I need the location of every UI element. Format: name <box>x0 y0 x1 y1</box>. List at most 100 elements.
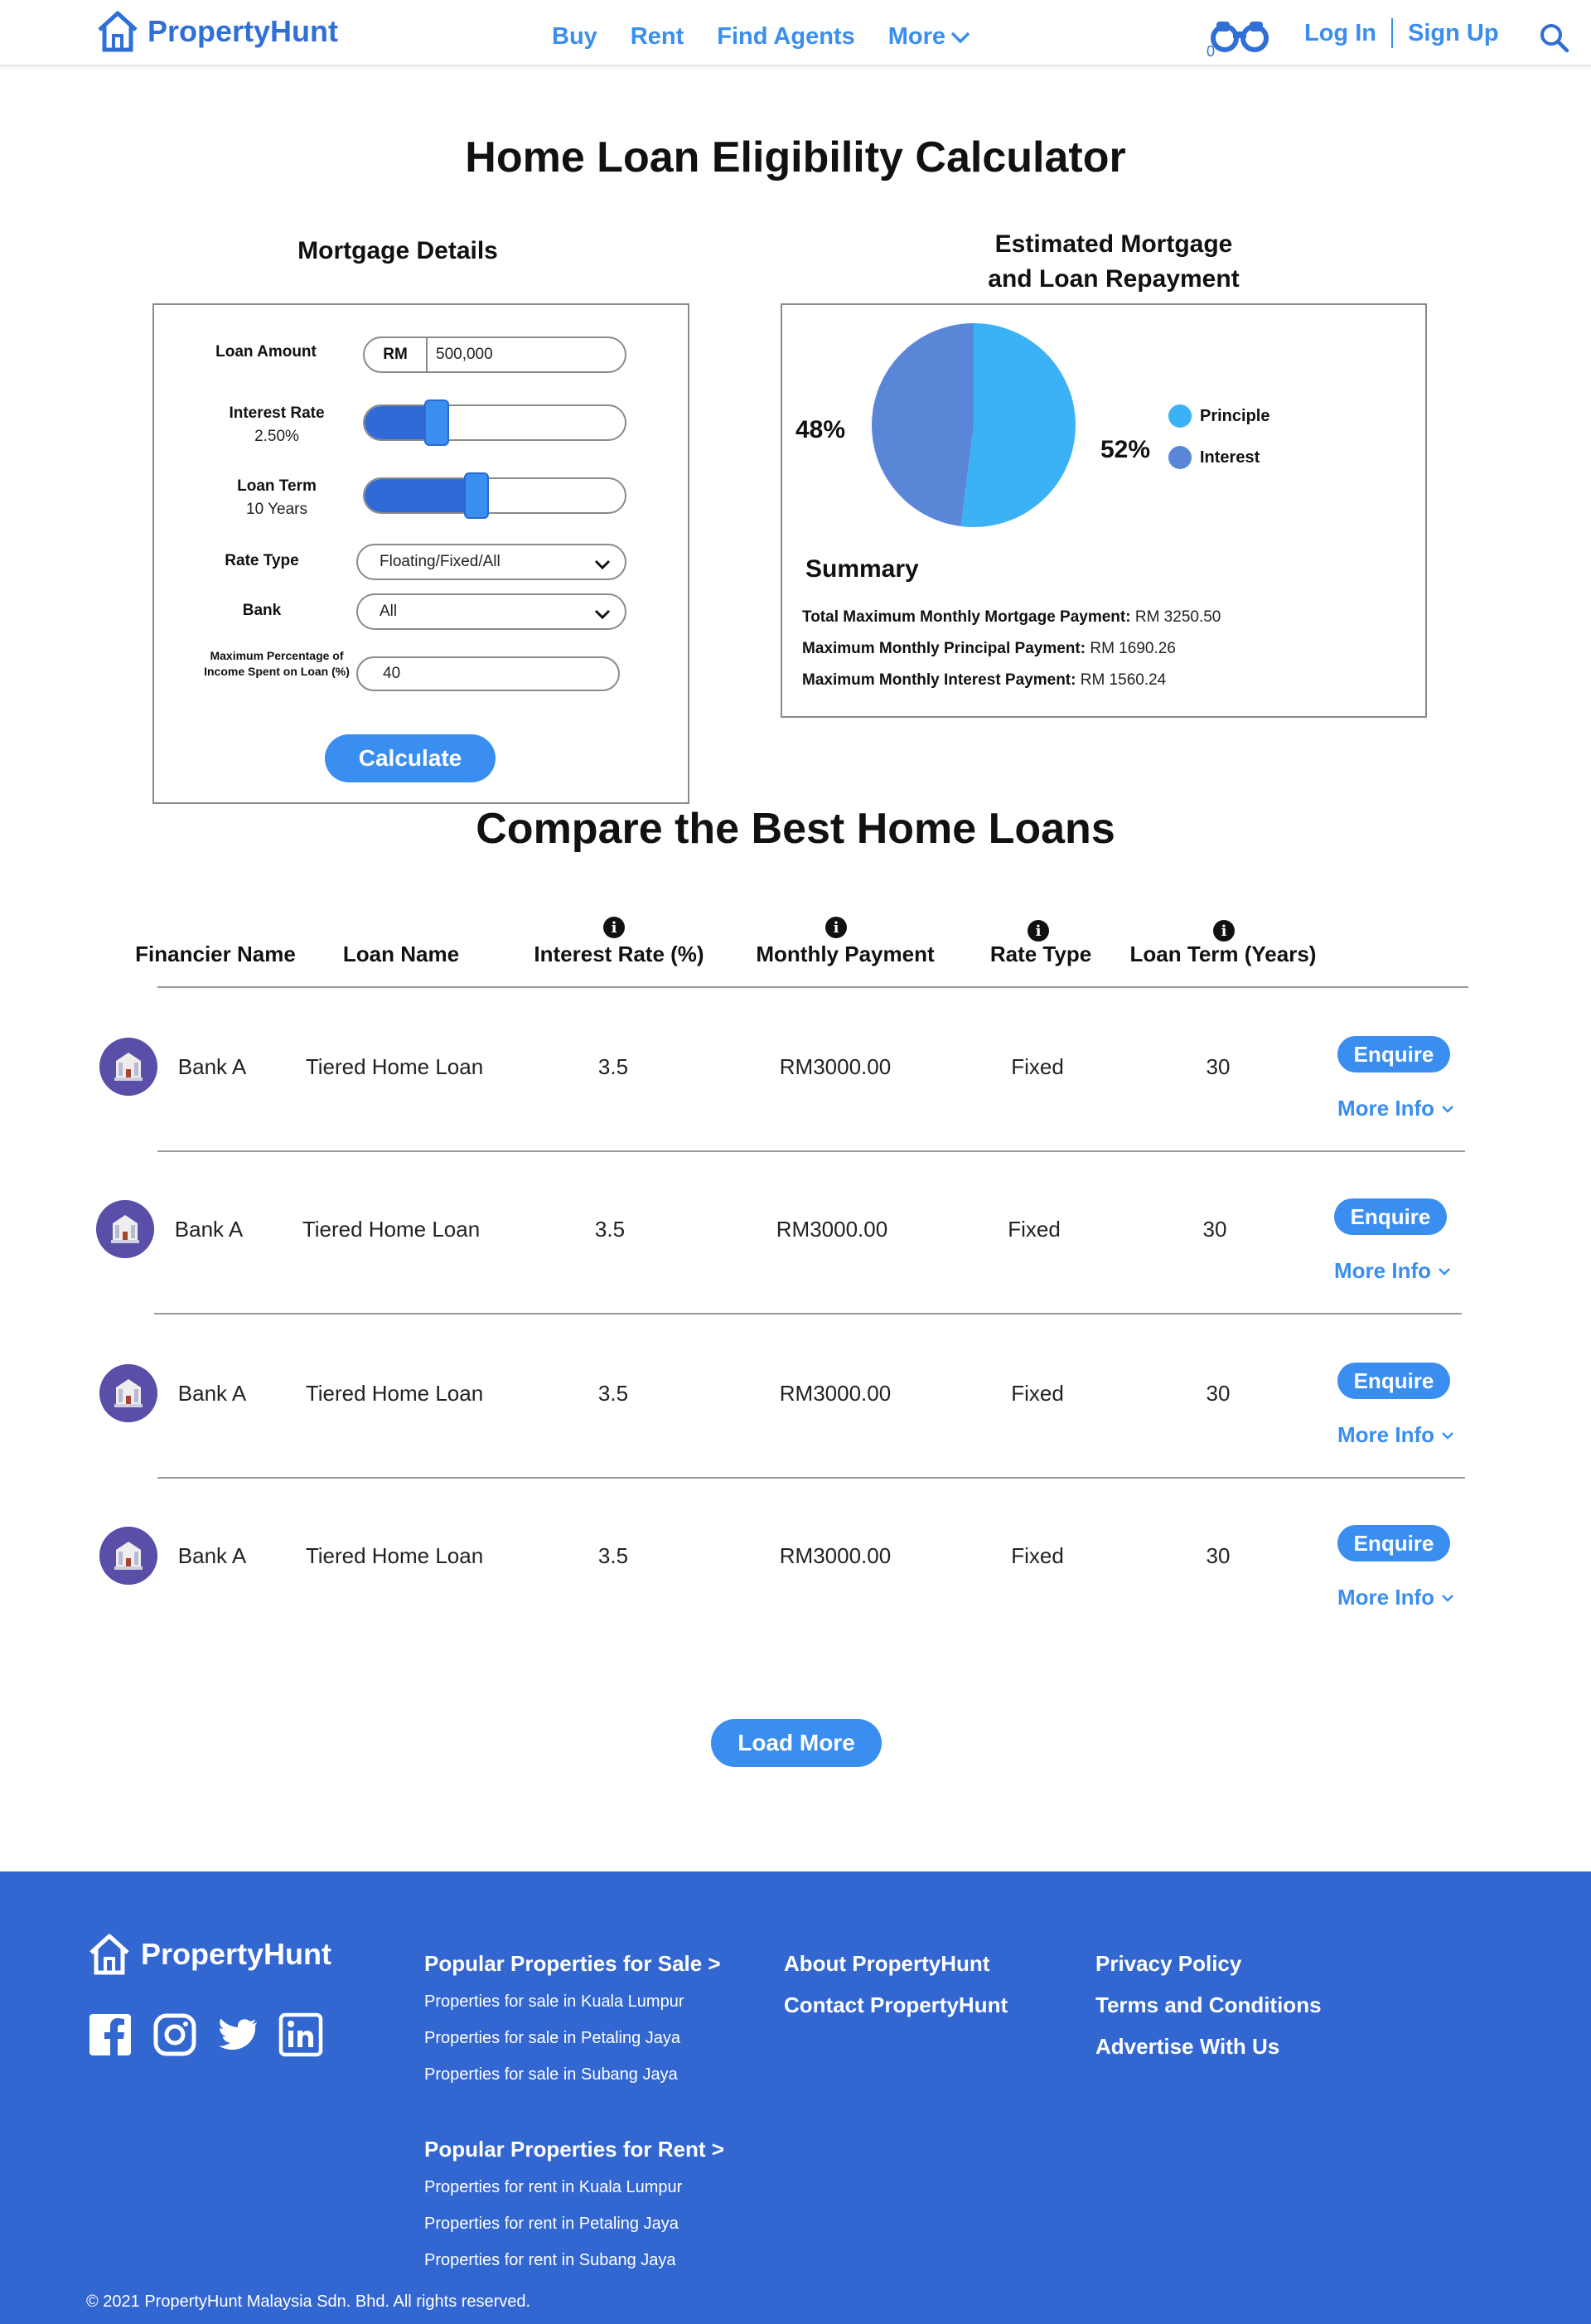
interest-rate: 3.5 <box>597 1054 629 1079</box>
loan-amount-label: Loan Amount <box>215 343 317 361</box>
principle-percentage: 52% <box>1100 436 1151 463</box>
more-info-label: More Info <box>1334 1258 1431 1283</box>
linkedin-icon[interactable] <box>278 2012 323 2057</box>
footer-sale-link-sj[interactable]: Properties for sale in Subang Jaya <box>424 2065 678 2084</box>
col-loan-term: Loan Term (Years) <box>1129 942 1317 966</box>
rate-type: Fixed <box>1011 1381 1064 1406</box>
monthly-payment: RM3000.00 <box>776 1217 888 1242</box>
loan-name: Tiered Home Loan <box>305 1054 484 1079</box>
loan-term-value: 10 Years <box>246 501 307 518</box>
bank-logo-icon <box>99 1527 157 1585</box>
chevron-down-icon <box>1442 1594 1453 1602</box>
table-row: Bank A Tiered Home Loan 3.5 RM3000.00 Fi… <box>0 1016 1591 1179</box>
table-divider <box>157 986 1468 988</box>
loan-name: Tiered Home Loan <box>305 1381 484 1406</box>
search-icon[interactable] <box>1538 22 1569 53</box>
facebook-icon[interactable] <box>88 2012 133 2057</box>
twitter-icon[interactable] <box>215 2012 260 2057</box>
enquire-button[interactable]: Enquire <box>1334 1198 1447 1235</box>
footer-advertise-link[interactable]: Advertise With Us <box>1095 2034 1279 2060</box>
signup-link[interactable]: Sign Up <box>1408 20 1499 47</box>
legend-interest: Interest <box>1168 446 1260 469</box>
loan-term-label: Loan Term <box>237 477 317 495</box>
bank-select[interactable]: All <box>356 593 626 630</box>
loan-term-slider-handle[interactable] <box>463 472 489 519</box>
nav-buy[interactable]: Buy <box>552 23 597 51</box>
col-loan-name: Loan Name <box>342 942 460 966</box>
monthly-payment: RM3000.00 <box>779 1381 892 1406</box>
table-divider <box>154 1313 1462 1315</box>
summary-principal-label: Maximum Monthly Principal Payment: <box>802 640 1086 657</box>
enquire-button[interactable]: Enquire <box>1337 1525 1450 1561</box>
nav-rent[interactable]: Rent <box>631 23 684 51</box>
loan-amount-value: 500,000 <box>436 346 493 363</box>
financier-name: Bank A <box>174 1217 244 1242</box>
interest-rate: 3.5 <box>594 1217 626 1242</box>
interest-rate-slider[interactable] <box>363 404 626 441</box>
info-icon[interactable]: i <box>1028 920 1049 942</box>
rate-type-select[interactable]: Floating/Fixed/All <box>356 544 626 580</box>
summary-total-label: Total Maximum Monthly Mortgage Payment: <box>802 608 1131 626</box>
footer-sale-link-kl[interactable]: Properties for sale in Kuala Lumpur <box>424 1992 684 2012</box>
table-divider <box>157 1150 1465 1152</box>
enquire-button[interactable]: Enquire <box>1337 1363 1450 1399</box>
chevron-down-icon <box>950 31 970 43</box>
footer-rent-link-pj[interactable]: Properties for rent in Petaling Jaya <box>424 2215 679 2234</box>
more-info-link[interactable]: More Info <box>1337 1422 1456 1448</box>
loan-name: Tiered Home Loan <box>302 1217 481 1242</box>
estimate-panel: 48% 52% Principle Interest Summary Total… <box>781 303 1427 718</box>
footer-terms-link[interactable]: Terms and Conditions <box>1095 1992 1322 2018</box>
footer-rent-link-sj[interactable]: Properties for rent in Subang Jaya <box>424 2251 676 2270</box>
chevron-down-icon <box>594 559 611 570</box>
footer-privacy-link[interactable]: Privacy Policy <box>1095 1951 1241 1977</box>
monthly-payment: RM3000.00 <box>779 1543 892 1568</box>
summary-total: Total Maximum Monthly Mortgage Payment: … <box>802 608 1221 627</box>
estimate-title-line2: and Loan Repayment <box>988 265 1240 293</box>
more-info-link[interactable]: More Info <box>1337 1096 1456 1121</box>
footer-about-link[interactable]: About PropertyHunt <box>784 1951 989 1977</box>
info-icon[interactable]: i <box>603 917 625 938</box>
max-percentage-field[interactable]: 40 <box>356 656 620 691</box>
footer-brand-name: PropertyHunt <box>141 1937 332 1971</box>
info-icon[interactable]: i <box>1213 920 1235 942</box>
info-icon[interactable]: i <box>825 917 847 938</box>
footer-contact-link[interactable]: Contact PropertyHunt <box>784 1992 1008 2018</box>
loan-term-slider[interactable] <box>363 477 626 514</box>
more-info-link[interactable]: More Info <box>1334 1258 1453 1284</box>
saved-count-badge: 0 <box>1207 43 1216 60</box>
rate-type: Fixed <box>1008 1217 1061 1242</box>
login-link[interactable]: Log In <box>1304 20 1376 47</box>
brand-logo[interactable]: PropertyHunt <box>94 8 338 55</box>
col-financier-name: Financier Name <box>135 942 296 966</box>
bank-logo-icon <box>99 1364 157 1422</box>
col-rate-type: Rate Type <box>989 942 1092 966</box>
col-monthly-payment: Monthly Payment <box>756 942 935 966</box>
footer-brand-logo[interactable]: PropertyHunt <box>86 1931 331 1978</box>
auth-links: Log In Sign Up <box>1304 18 1499 48</box>
currency-prefix: RM <box>365 338 428 371</box>
instagram-icon[interactable] <box>152 2012 197 2057</box>
more-info-link[interactable]: More Info <box>1337 1585 1456 1610</box>
enquire-button[interactable]: Enquire <box>1337 1036 1450 1072</box>
house-logo-icon <box>89 1934 129 1975</box>
interest-rate: 3.5 <box>597 1381 629 1406</box>
max-percentage-label: Maximum Percentage of Income Spent on Lo… <box>204 649 350 678</box>
footer-sale-heading[interactable]: Popular Properties for Sale > <box>424 1951 721 1977</box>
footer-rent-link-kl[interactable]: Properties for rent in Kuala Lumpur <box>424 2178 682 2197</box>
footer-rent-heading[interactable]: Popular Properties for Rent > <box>424 2137 724 2162</box>
page-title: Home Loan Eligibility Calculator <box>465 133 1126 182</box>
loan-term: 30 <box>1206 1381 1231 1406</box>
nav-find-agents[interactable]: Find Agents <box>717 23 854 51</box>
more-info-label: More Info <box>1337 1422 1434 1447</box>
binoculars-icon[interactable] <box>1207 17 1273 53</box>
load-more-button[interactable]: Load More <box>711 1719 882 1767</box>
interest-rate-slider-handle[interactable] <box>424 399 450 446</box>
loan-amount-field[interactable]: RM 500,000 <box>363 336 626 373</box>
footer-sale-link-pj[interactable]: Properties for sale in Petaling Jaya <box>424 2029 680 2048</box>
bank-selected: All <box>380 603 398 620</box>
calculate-button[interactable]: Calculate <box>325 734 496 782</box>
summary-principal: Maximum Monthly Principal Payment: RM 16… <box>802 640 1176 658</box>
nav-more[interactable]: More <box>888 23 972 51</box>
house-logo-icon <box>98 11 138 52</box>
financier-name: Bank A <box>177 1381 247 1406</box>
